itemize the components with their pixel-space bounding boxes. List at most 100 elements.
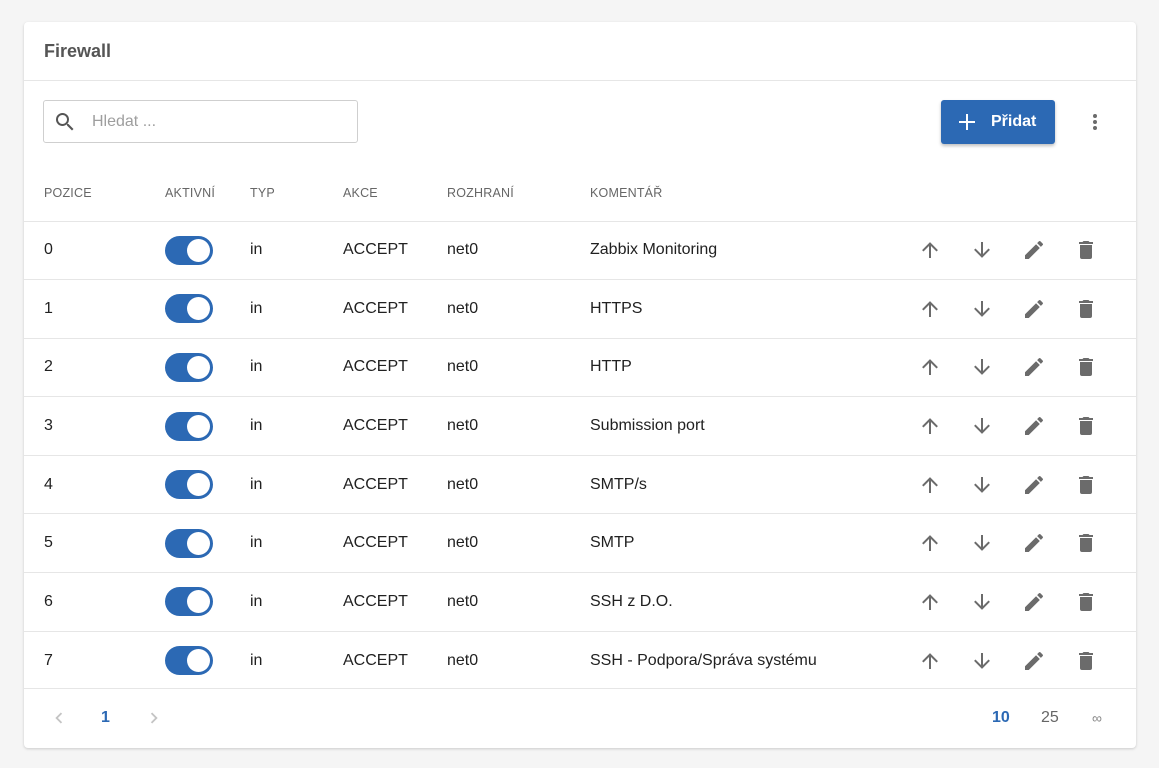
table-row: 3 in ACCEPT net0 Submission port (24, 396, 1136, 456)
move-down-button[interactable] (969, 472, 995, 498)
move-up-button[interactable] (917, 648, 943, 674)
chevron-right-icon[interactable] (143, 707, 165, 729)
move-up-button[interactable] (917, 472, 943, 498)
arrow-down-icon (970, 590, 994, 614)
cell-pozice: 5 (24, 513, 165, 574)
cell-aktivni (165, 631, 250, 690)
edit-button[interactable] (1021, 296, 1047, 322)
table-row: 7 in ACCEPT net0 SSH - Podpora/Správa systém… (24, 631, 1136, 690)
cell-actions (916, 279, 1136, 339)
delete-button[interactable] (1073, 237, 1099, 263)
active-toggle[interactable] (165, 528, 213, 558)
move-down-button[interactable] (969, 648, 995, 674)
active-toggle[interactable] (165, 470, 213, 500)
edit-button[interactable] (1021, 530, 1047, 556)
search-icon (53, 110, 77, 134)
move-down-button[interactable] (969, 413, 995, 439)
delete-button[interactable] (1073, 354, 1099, 380)
more-vert-icon[interactable] (1083, 110, 1107, 134)
row-actions (916, 648, 1136, 674)
cell-actions (916, 221, 1136, 281)
trash-icon (1074, 473, 1098, 497)
move-up-button[interactable] (917, 413, 943, 439)
chevron-left-icon[interactable] (48, 707, 70, 729)
pencil-icon (1022, 297, 1046, 321)
page-size-all[interactable]: ∞ (1092, 710, 1102, 726)
active-toggle[interactable] (165, 587, 213, 617)
move-up-button[interactable] (917, 530, 943, 556)
trash-icon (1074, 355, 1098, 379)
active-toggle[interactable] (165, 646, 213, 676)
toggle-knob (187, 238, 210, 262)
header-actions (916, 165, 1136, 222)
header-aktivni[interactable]: AKTIVNÍ (165, 165, 250, 222)
cell-akce: ACCEPT (343, 279, 447, 339)
delete-button[interactable] (1073, 530, 1099, 556)
cell-rozhrani: net0 (447, 513, 590, 574)
header-pozice[interactable]: POZICE (24, 165, 165, 222)
edit-button[interactable] (1021, 648, 1047, 674)
cell-komentar: HTTP (590, 338, 916, 398)
row-actions (916, 589, 1136, 615)
move-up-button[interactable] (917, 296, 943, 322)
move-down-button[interactable] (969, 237, 995, 263)
cell-actions (916, 631, 1136, 690)
move-up-button[interactable] (917, 237, 943, 263)
cell-rozhrani: net0 (447, 338, 590, 398)
move-down-button[interactable] (969, 589, 995, 615)
page-size-10[interactable]: 10 (992, 709, 1010, 727)
cell-aktivni (165, 572, 250, 632)
active-toggle[interactable] (165, 235, 213, 265)
edit-button[interactable] (1021, 237, 1047, 263)
move-down-button[interactable] (969, 296, 995, 322)
active-toggle[interactable] (165, 411, 213, 441)
cell-rozhrani: net0 (447, 279, 590, 339)
delete-button[interactable] (1073, 648, 1099, 674)
pencil-icon (1022, 473, 1046, 497)
move-up-button[interactable] (917, 354, 943, 380)
arrow-up-icon (918, 473, 942, 497)
toggle-knob (187, 414, 210, 438)
cell-actions (916, 396, 1136, 456)
move-down-button[interactable] (969, 354, 995, 380)
add-button[interactable]: Přidat (941, 100, 1055, 144)
delete-button[interactable] (1073, 589, 1099, 615)
header-akce[interactable]: AKCE (343, 165, 447, 222)
edit-button[interactable] (1021, 472, 1047, 498)
cell-pozice: 6 (24, 572, 165, 632)
page-size-25[interactable]: 25 (1041, 709, 1059, 727)
edit-button[interactable] (1021, 413, 1047, 439)
row-actions (916, 237, 1136, 263)
cell-akce: ACCEPT (343, 396, 447, 456)
cell-typ: in (250, 221, 343, 281)
move-down-button[interactable] (969, 530, 995, 556)
toggle-knob (187, 473, 210, 497)
cell-pozice: 1 (24, 279, 165, 339)
edit-button[interactable] (1021, 354, 1047, 380)
cell-komentar: SSH - Podpora/Správa systému (590, 651, 817, 669)
trash-icon (1074, 531, 1098, 555)
arrow-up-icon (918, 414, 942, 438)
row-actions (916, 530, 1136, 556)
cell-actions (916, 572, 1136, 632)
active-toggle[interactable] (165, 294, 213, 324)
search-box[interactable] (43, 100, 358, 143)
header-komentar[interactable]: KOMENTÁŘ (590, 165, 916, 222)
search-input[interactable] (92, 112, 342, 131)
page-number[interactable]: 1 (101, 709, 110, 727)
delete-button[interactable] (1073, 472, 1099, 498)
header-typ[interactable]: TYP (250, 165, 343, 222)
edit-button[interactable] (1021, 589, 1047, 615)
trash-icon (1074, 590, 1098, 614)
cell-akce: ACCEPT (343, 221, 447, 281)
delete-button[interactable] (1073, 413, 1099, 439)
delete-button[interactable] (1073, 296, 1099, 322)
move-up-button[interactable] (917, 589, 943, 615)
header-rozhrani[interactable]: ROZHRANÍ (447, 165, 590, 222)
toggle-knob (187, 531, 210, 555)
row-actions (916, 413, 1136, 439)
table-row: 0 in ACCEPT net0 Zabbix Monitoring (24, 221, 1136, 281)
active-toggle[interactable] (165, 352, 213, 382)
row-actions (916, 472, 1136, 498)
cell-actions (916, 513, 1136, 574)
